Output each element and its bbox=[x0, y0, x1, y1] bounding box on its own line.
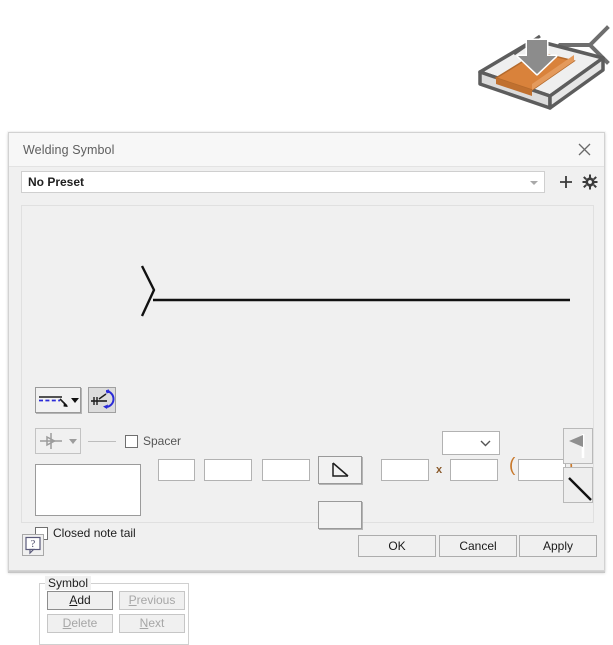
preset-row: No Preset bbox=[9, 167, 604, 197]
previous-symbol-button[interactable]: Previous bbox=[119, 591, 185, 610]
other-side-symbol-button[interactable] bbox=[318, 501, 362, 529]
closed-note-tail-label: Closed note tail bbox=[53, 526, 136, 540]
delete-symbol-button[interactable]: Delete bbox=[47, 614, 113, 633]
field-weld-flag-button[interactable] bbox=[563, 428, 593, 464]
symbol-group-legend: Symbol bbox=[45, 576, 92, 590]
weld-all-around-style-button[interactable] bbox=[35, 428, 81, 454]
apply-button[interactable]: Apply bbox=[519, 535, 597, 557]
spacer-checkbox[interactable] bbox=[125, 435, 138, 448]
chevron-down-icon bbox=[530, 181, 538, 185]
arrow-side-prefix-field[interactable] bbox=[158, 459, 195, 481]
tail-line-button[interactable] bbox=[563, 467, 593, 503]
welding-process-combo[interactable] bbox=[442, 431, 500, 455]
cancel-button[interactable]: Cancel bbox=[439, 535, 517, 557]
pitch-separator-label: x bbox=[436, 464, 443, 476]
dialog-title: Welding Symbol bbox=[23, 143, 115, 157]
arrow-side-length-field[interactable] bbox=[262, 459, 310, 481]
spacer-separator-line bbox=[88, 441, 116, 442]
welding-symbol-dialog: Welding Symbol No Preset Spacer Closed n… bbox=[8, 132, 605, 645]
preset-value: No Preset bbox=[28, 175, 85, 189]
pitch-spacing-field[interactable] bbox=[450, 459, 498, 481]
pitch-count-field[interactable] bbox=[381, 459, 429, 481]
next-symbol-button[interactable]: Next bbox=[119, 614, 185, 633]
arrow-side-contour-button[interactable] bbox=[318, 456, 362, 484]
pitch-paren-field[interactable] bbox=[518, 459, 566, 481]
add-symbol-button[interactable]: Add bbox=[47, 591, 113, 610]
weld-groove-3d-preview bbox=[470, 0, 613, 130]
arrow-side-size-field[interactable] bbox=[204, 459, 252, 481]
leader-line-style-button[interactable] bbox=[35, 387, 81, 413]
close-icon[interactable] bbox=[570, 137, 598, 163]
ok-button[interactable]: OK bbox=[358, 535, 436, 557]
gear-icon[interactable] bbox=[581, 173, 599, 191]
window-bottom-edge bbox=[8, 570, 605, 573]
chevron-down-icon bbox=[480, 440, 491, 447]
preset-combo[interactable]: No Preset bbox=[21, 171, 545, 193]
help-question-icon[interactable]: ? bbox=[22, 534, 44, 556]
svg-text:?: ? bbox=[31, 539, 36, 550]
dialog-titlebar: Welding Symbol bbox=[9, 133, 604, 167]
spacer-label: Spacer bbox=[143, 434, 182, 448]
note-tail-text-field[interactable] bbox=[35, 464, 141, 516]
plus-icon[interactable] bbox=[557, 173, 575, 191]
symbol-editor-panel: Spacer Closed note tail x () bbox=[21, 205, 594, 540]
flip-weld-sides-button[interactable] bbox=[88, 387, 116, 413]
paren-open-label: ( bbox=[509, 455, 516, 476]
